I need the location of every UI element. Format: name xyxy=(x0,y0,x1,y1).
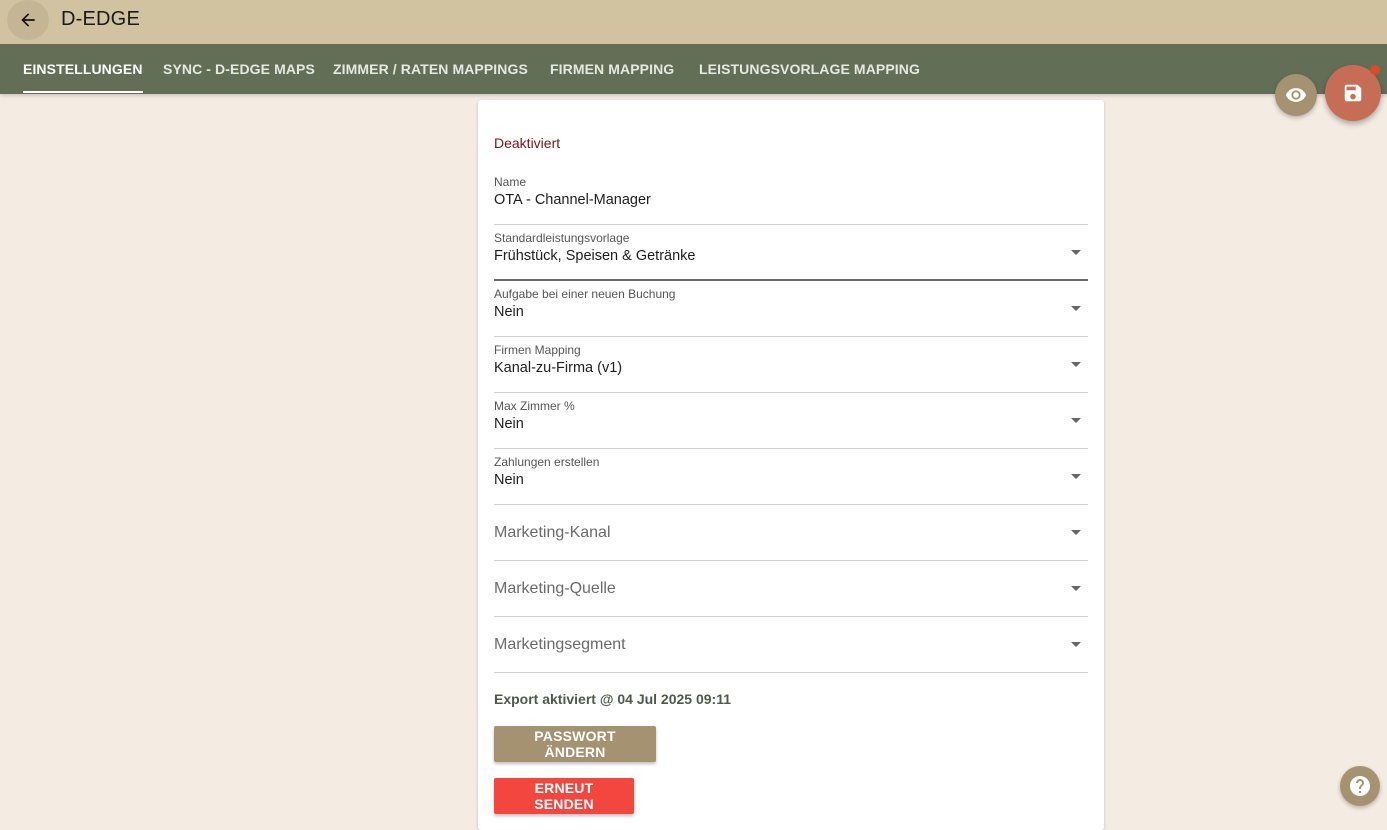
tab-leistungsvorlage-mapping[interactable]: LEISTUNGSVORLAGE MAPPING xyxy=(699,44,920,94)
company-mapping-select[interactable]: Firmen Mapping Kanal-zu-Firma (v1) xyxy=(494,337,1088,393)
app-header: D-EDGE xyxy=(0,0,1387,44)
status-text: Deaktiviert xyxy=(494,135,561,151)
marketing-channel-select[interactable]: Marketing-Kanal xyxy=(494,505,1088,561)
floppy-disk-icon xyxy=(1344,84,1362,102)
chevron-down-icon xyxy=(1071,586,1081,591)
max-rooms-value: Nein xyxy=(494,416,524,432)
chevron-down-icon xyxy=(1071,250,1081,255)
back-button[interactable] xyxy=(7,0,49,40)
unsaved-changes-badge xyxy=(1370,65,1380,75)
chevron-down-icon xyxy=(1071,474,1081,479)
marketing-channel-placeholder: Marketing-Kanal xyxy=(494,524,611,541)
change-password-button[interactable]: PASSWORT ÄNDERN xyxy=(494,726,656,762)
task-new-booking-select[interactable]: Aufgabe bei einer neuen Buchung Nein xyxy=(494,281,1088,337)
question-mark-icon xyxy=(1350,776,1370,796)
company-mapping-value: Kanal-zu-Firma (v1) xyxy=(494,360,623,376)
marketing-source-select[interactable]: Marketing-Quelle xyxy=(494,561,1088,617)
marketing-source-placeholder: Marketing-Quelle xyxy=(494,580,616,597)
eye-icon xyxy=(1285,88,1307,102)
chevron-down-icon xyxy=(1071,362,1081,367)
resend-button[interactable]: ERNEUT SENDEN xyxy=(494,778,634,814)
chevron-down-icon xyxy=(1071,530,1081,535)
marketing-segment-select[interactable]: Marketingsegment xyxy=(494,617,1088,673)
chevron-down-icon xyxy=(1071,418,1081,423)
task-new-booking-value: Nein xyxy=(494,304,524,320)
name-label: Name xyxy=(494,175,527,189)
chevron-down-icon xyxy=(1071,642,1081,647)
create-payments-label: Zahlungen erstellen xyxy=(494,455,600,469)
preview-button[interactable] xyxy=(1275,74,1317,116)
service-template-label: Standardleistungsvorlage xyxy=(494,231,630,245)
help-button[interactable] xyxy=(1340,766,1380,806)
company-mapping-label: Firmen Mapping xyxy=(494,343,581,357)
arrow-left-icon xyxy=(21,13,35,27)
app-title: D-EDGE xyxy=(61,8,140,30)
name-field[interactable]: Name OTA - Channel-Manager xyxy=(494,169,1088,225)
service-template-select[interactable]: Standardleistungsvorlage Frühstück, Spei… xyxy=(494,225,1088,281)
create-payments-value: Nein xyxy=(494,472,524,488)
max-rooms-label: Max Zimmer % xyxy=(494,399,575,413)
max-rooms-select[interactable]: Max Zimmer % Nein xyxy=(494,393,1088,449)
tab-firmen-mapping[interactable]: FIRMEN MAPPING xyxy=(550,44,674,94)
service-template-value: Frühstück, Speisen & Getränke xyxy=(494,248,696,264)
tab-sync-d-edge-maps[interactable]: SYNC - D-EDGE MAPS xyxy=(163,44,315,94)
create-payments-select[interactable]: Zahlungen erstellen Nein xyxy=(494,449,1088,505)
chevron-down-icon xyxy=(1071,306,1081,311)
name-value: OTA - Channel-Manager xyxy=(494,192,651,208)
settings-card: Deaktiviert Name OTA - Channel-Manager S… xyxy=(478,100,1104,830)
tab-bar: EINSTELLUNGEN SYNC - D-EDGE MAPS ZIMMER … xyxy=(0,44,1387,94)
tab-zimmer-raten-mappings[interactable]: ZIMMER / RATEN MAPPINGS xyxy=(333,44,528,94)
tab-einstellungen[interactable]: EINSTELLUNGEN xyxy=(23,44,143,94)
task-new-booking-label: Aufgabe bei einer neuen Buchung xyxy=(494,287,676,301)
marketing-segment-placeholder: Marketingsegment xyxy=(494,636,626,653)
export-status-text: Export aktiviert @ 04 Jul 2025 09:11 xyxy=(494,691,732,707)
